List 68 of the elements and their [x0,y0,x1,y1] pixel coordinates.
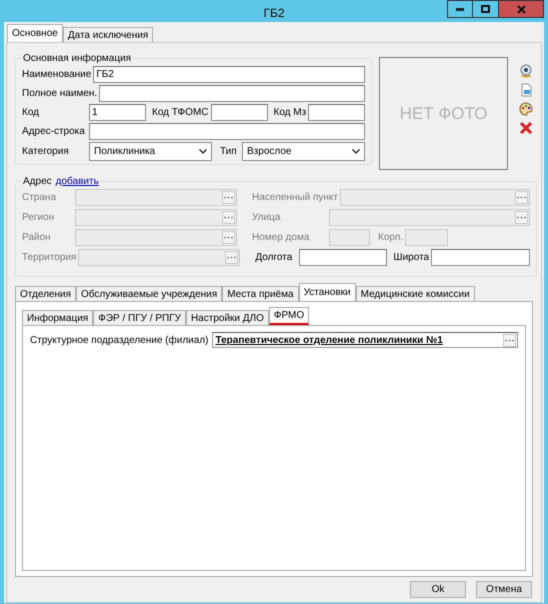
ellipsis-icon [227,256,236,259]
lookup-field[interactable]: Терапевтическое отделение поликлиники №1 [212,332,518,348]
group-title: Адрес [23,175,52,189]
no-photo-text: НЕТ ФОТО [400,102,488,125]
tab[interactable]: Основное [7,24,63,42]
input-field[interactable] [431,249,530,266]
field-label: Страна [22,191,58,205]
ellipsis-icon [505,338,514,342]
close-icon [516,4,526,14]
field-label: Код ТФОМС [152,106,210,120]
document-icon[interactable] [519,83,533,97]
field-label: Адрес-строка [22,125,86,139]
field-label: Долгота [255,251,294,265]
input-field[interactable]: 1 [89,104,146,121]
field-label: Наименование [22,68,92,82]
field-label: Код Мз [274,106,308,120]
tab[interactable]: Медицинские комиссии [356,286,475,301]
window-title: ГБ2 [263,5,285,22]
webcam-icon[interactable] [519,64,533,78]
field-label: Улица [252,211,282,225]
field-label: Категория [22,145,70,159]
ellipsis-icon [517,216,526,219]
field-label: Территория [22,251,78,265]
field-label: Регион [22,211,56,225]
tab[interactable]: ФЭР / ПГУ / РПГУ [93,310,186,325]
ellipsis-icon [224,236,233,239]
tab[interactable]: Информация [22,310,94,325]
group-title: Основная информация [22,52,132,66]
field-label: Номер дома [252,231,310,245]
field-label: Корп. [378,231,404,245]
tab[interactable]: Отделения [15,286,76,301]
input-field[interactable] [210,104,268,121]
tab[interactable]: Настройки ДЛО [186,310,269,325]
field-label: Код [22,106,40,120]
input-field[interactable] [99,85,365,102]
input-field[interactable] [299,249,388,266]
tab[interactable]: Обслуживаемые учреждения [76,286,222,301]
close-button[interactable] [499,0,544,18]
input-field[interactable] [308,104,365,121]
tab[interactable]: ФРМО [268,307,310,325]
add-link[interactable]: добавить [56,174,99,189]
maximize-button[interactable] [473,0,499,18]
palette-icon[interactable] [519,102,533,116]
field-label: Район [22,231,52,245]
maximize-icon [481,5,490,13]
minimize-button[interactable] [447,0,473,18]
field-label: Полное наимен. [22,87,98,101]
minimize-icon [456,8,464,10]
field-label: Тип [220,145,238,159]
field-label: Широта [393,251,430,265]
browse-button[interactable] [503,334,516,346]
ellipsis-icon [224,196,233,199]
ellipsis-icon [224,216,233,219]
delete-icon[interactable] [519,121,533,135]
input-field[interactable] [89,123,365,140]
dropdown[interactable]: Взрослое [242,142,365,161]
field-label: Структурное подразделение (филиал) [30,334,210,348]
tab[interactable]: Места приёма [222,286,299,301]
ellipsis-icon [517,196,526,199]
tab[interactable]: Установки [298,283,356,301]
chevron-down-icon [199,149,207,154]
input-field[interactable]: ГБ2 [93,66,365,83]
dialog-button[interactable]: Отмена [476,581,532,598]
field-label: Населенный пункт [252,191,340,205]
dropdown[interactable]: Поликлиника [89,142,212,161]
chevron-down-icon [352,149,360,154]
dialog-button[interactable]: Ok [410,581,466,598]
tab[interactable]: Дата исключения [62,27,154,42]
